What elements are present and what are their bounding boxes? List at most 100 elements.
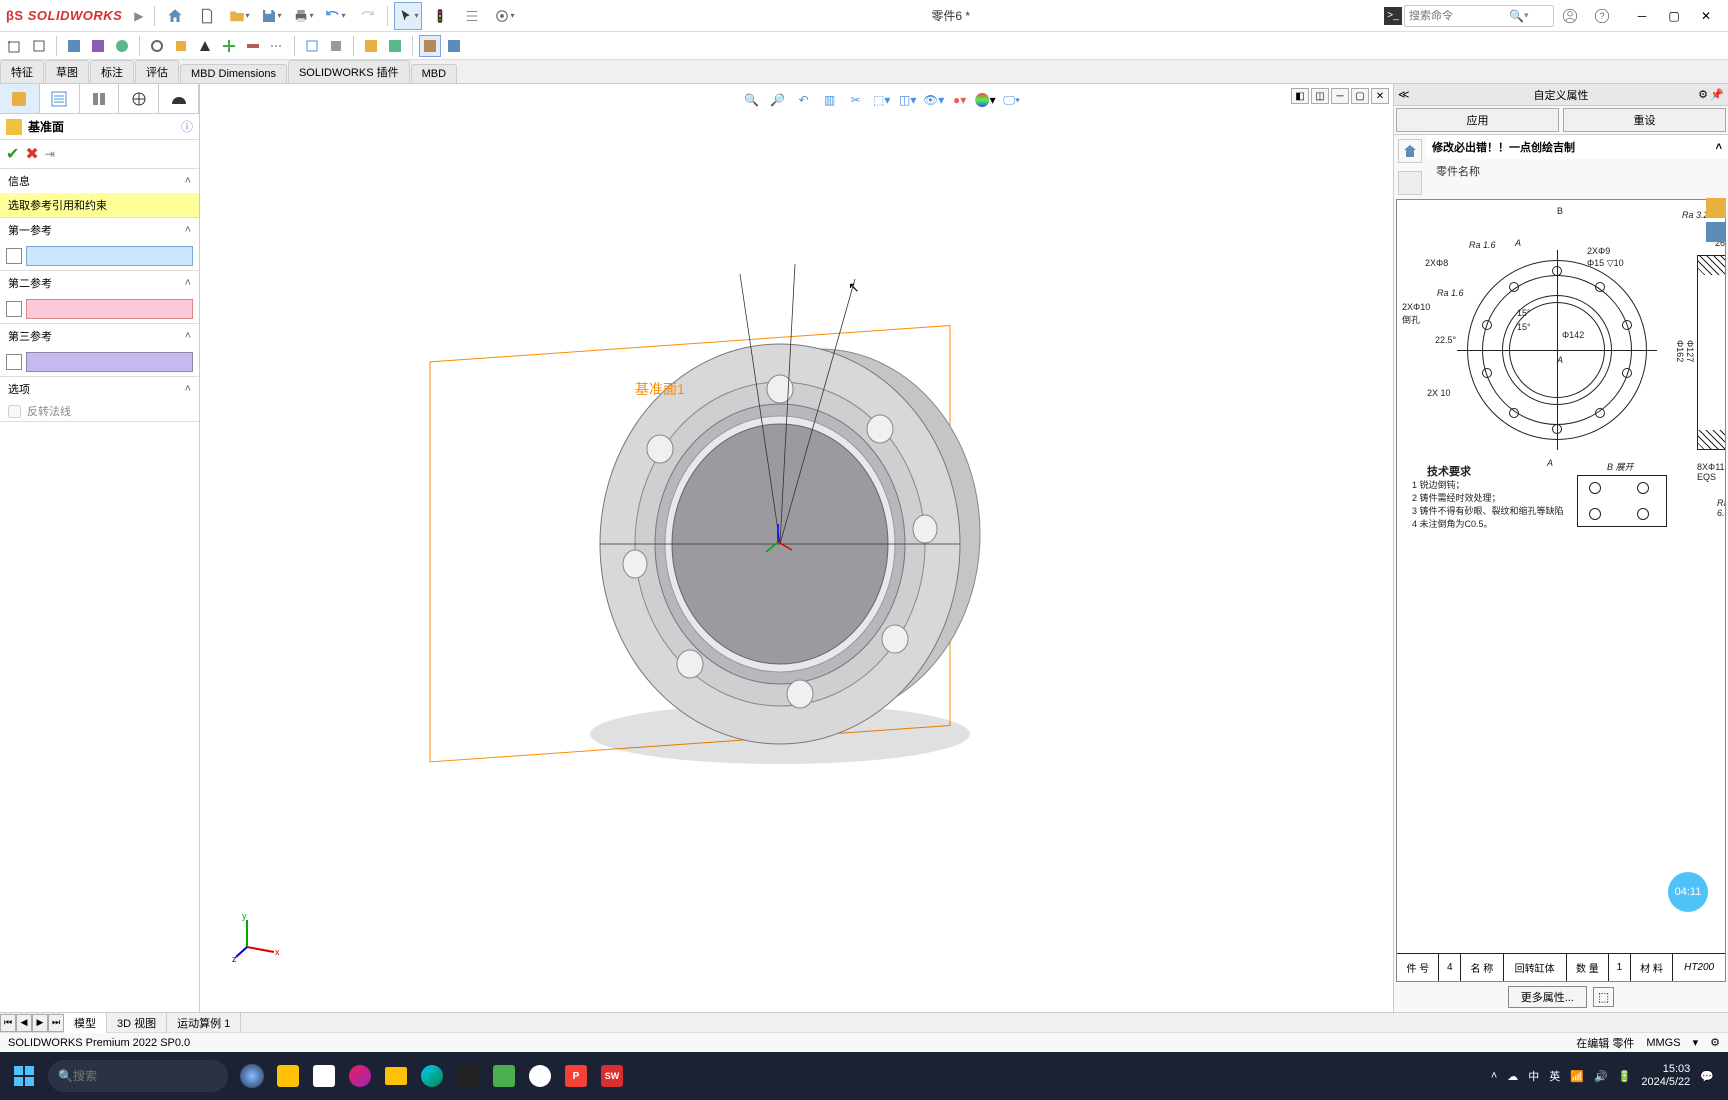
strip-tab-1[interactable] bbox=[1706, 198, 1726, 218]
ref3-section-header[interactable]: 第三参考˄ bbox=[0, 324, 199, 348]
taskpane-gear-icon[interactable]: ⚙ bbox=[1698, 88, 1708, 101]
task-app-2[interactable] bbox=[270, 1058, 306, 1094]
zoom-area-icon[interactable]: 🔎 bbox=[766, 88, 790, 112]
vp-close[interactable]: ✕ bbox=[1371, 88, 1389, 104]
minimize-button[interactable]: ─ bbox=[1626, 2, 1658, 30]
taskpane-pin-icon[interactable]: 📌 bbox=[1710, 88, 1724, 101]
status-icon-1[interactable]: ▾ bbox=[1693, 1036, 1699, 1049]
vp-minimize[interactable]: ─ bbox=[1331, 88, 1349, 104]
tool-btn-16[interactable] bbox=[419, 35, 441, 57]
reset-button[interactable]: 重设 bbox=[1563, 108, 1726, 132]
select-icon[interactable]: ▾ bbox=[394, 2, 422, 30]
status-units[interactable]: MMGS bbox=[1646, 1037, 1680, 1049]
search-dropdown-icon[interactable]: ▾ bbox=[1524, 10, 1529, 21]
feature-tree-tab[interactable] bbox=[0, 84, 40, 113]
taskpane-home-icon[interactable] bbox=[1398, 139, 1422, 163]
tab-nav-prev[interactable]: ◀ bbox=[16, 1014, 32, 1032]
vp-restore[interactable]: ▢ bbox=[1351, 88, 1369, 104]
tool-btn-1[interactable] bbox=[4, 35, 26, 57]
vp-btn-1[interactable]: ◧ bbox=[1291, 88, 1309, 104]
tool-btn-6[interactable] bbox=[146, 35, 168, 57]
tool-btn-5[interactable] bbox=[111, 35, 133, 57]
settings-gear-icon[interactable]: ▾ bbox=[490, 2, 518, 30]
ref2-section-header[interactable]: 第二参考˄ bbox=[0, 271, 199, 295]
graphics-viewport[interactable]: 🔍 🔎 ↶ ▥ ✂ ⬚▾ ◫▾ 👁▾ ●▾ ▾ 🖵▾ ◧ ◫ ─ ▢ ✕ bbox=[200, 84, 1393, 1012]
view-settings-icon[interactable]: 🖵▾ bbox=[1000, 88, 1024, 112]
apply-button[interactable]: 应用 bbox=[1396, 108, 1559, 132]
appearance-icon[interactable]: ●▾ bbox=[948, 88, 972, 112]
task-app-3[interactable] bbox=[306, 1058, 342, 1094]
undo-icon[interactable]: ▾ bbox=[321, 2, 349, 30]
task-app-8[interactable]: P bbox=[558, 1058, 594, 1094]
orientation-triad[interactable]: y x z bbox=[232, 912, 282, 962]
tool-btn-13[interactable] bbox=[325, 35, 347, 57]
taskpane-collapse-icon[interactable]: ≪ bbox=[1398, 88, 1410, 101]
new-icon[interactable] bbox=[193, 2, 221, 30]
tab-nav-next[interactable]: ▶ bbox=[32, 1014, 48, 1032]
hide-show-icon[interactable]: 👁▾ bbox=[922, 88, 946, 112]
prev-view-icon[interactable]: ↶ bbox=[792, 88, 816, 112]
task-app-6[interactable] bbox=[486, 1058, 522, 1094]
command-search[interactable]: 🔍 ▾ bbox=[1404, 5, 1554, 27]
tab-evaluate[interactable]: 评估 bbox=[135, 60, 179, 83]
dimxpert-tab[interactable] bbox=[119, 84, 159, 113]
tool-btn-3[interactable] bbox=[63, 35, 85, 57]
pm-help-icon[interactable]: ⓘ bbox=[181, 118, 193, 135]
task-app-1[interactable] bbox=[234, 1058, 270, 1094]
tab-mbd[interactable]: MBD bbox=[411, 64, 457, 83]
ref3-entity-icon[interactable] bbox=[6, 354, 22, 370]
info-section-header[interactable]: 信息˄ bbox=[0, 169, 199, 193]
open-icon[interactable]: ▾ bbox=[225, 2, 253, 30]
tool-btn-4[interactable] bbox=[87, 35, 109, 57]
home-icon[interactable] bbox=[161, 2, 189, 30]
task-explorer[interactable] bbox=[378, 1058, 414, 1094]
section-view-icon[interactable]: ▥ bbox=[818, 88, 842, 112]
tray-chevron-icon[interactable]: ˄ bbox=[1491, 1070, 1497, 1082]
close-button[interactable]: ✕ bbox=[1690, 2, 1722, 30]
tool-btn-7[interactable] bbox=[170, 35, 192, 57]
config-tab[interactable] bbox=[80, 84, 120, 113]
section-collapse-icon[interactable]: ˄ bbox=[1716, 141, 1722, 153]
tab-nav-last[interactable]: ⏭ bbox=[48, 1014, 64, 1032]
zoom-fit-icon[interactable]: 🔍 bbox=[740, 88, 764, 112]
taskbar-search-input[interactable] bbox=[73, 1069, 193, 1083]
traffic-light-icon[interactable] bbox=[426, 2, 454, 30]
help-icon[interactable]: ? bbox=[1588, 2, 1616, 30]
taskpane-tab2-icon[interactable] bbox=[1398, 171, 1422, 195]
tool-btn-15[interactable] bbox=[384, 35, 406, 57]
tray-ime-1[interactable]: 中 bbox=[1528, 1068, 1539, 1084]
tool-btn-10[interactable] bbox=[242, 35, 264, 57]
app-menu-arrow[interactable]: ▶ bbox=[134, 9, 143, 23]
cancel-button[interactable]: ✖ bbox=[25, 144, 38, 164]
task-app-5[interactable] bbox=[450, 1058, 486, 1094]
options-list-icon[interactable] bbox=[458, 2, 486, 30]
scene-icon[interactable]: ▾ bbox=[974, 88, 998, 112]
ok-button[interactable]: ✔ bbox=[6, 144, 19, 164]
taskbar-search[interactable]: 🔍 bbox=[48, 1060, 228, 1092]
tray-onedrive-icon[interactable]: ☁ bbox=[1507, 1070, 1518, 1083]
bottom-tab-model[interactable]: 模型 bbox=[64, 1013, 107, 1033]
tab-sketch[interactable]: 草图 bbox=[45, 60, 89, 83]
display-style-icon[interactable]: ◫▾ bbox=[896, 88, 920, 112]
tab-features[interactable]: 特征 bbox=[0, 60, 44, 83]
ref1-section-header[interactable]: 第一参考˄ bbox=[0, 218, 199, 242]
tray-ime-2[interactable]: 英 bbox=[1549, 1068, 1560, 1084]
more-props-icon[interactable]: ⬚ bbox=[1593, 987, 1614, 1007]
tray-clock[interactable]: 15:03 2024/5/22 bbox=[1641, 1063, 1690, 1089]
view-orient-icon[interactable]: ⬚▾ bbox=[870, 88, 894, 112]
ref2-entity-icon[interactable] bbox=[6, 301, 22, 317]
status-icon-2[interactable]: ⚙ bbox=[1710, 1036, 1720, 1049]
strip-tab-2[interactable] bbox=[1706, 222, 1726, 242]
search-icon[interactable]: 🔍 bbox=[1509, 9, 1524, 23]
ref3-field[interactable] bbox=[26, 352, 193, 372]
tab-mbd-dim[interactable]: MBD Dimensions bbox=[180, 64, 287, 83]
vp-btn-2[interactable]: ◫ bbox=[1311, 88, 1329, 104]
bottom-tab-motion[interactable]: 运动算例 1 bbox=[167, 1013, 241, 1033]
tool-btn-2[interactable] bbox=[28, 35, 50, 57]
tab-annotate[interactable]: 标注 bbox=[90, 60, 134, 83]
options-section-header[interactable]: 选项˄ bbox=[0, 377, 199, 401]
reverse-normal-checkbox[interactable] bbox=[8, 405, 21, 418]
pushpin-icon[interactable]: ⇥ bbox=[45, 147, 55, 161]
tool-btn-9[interactable] bbox=[218, 35, 240, 57]
property-tab[interactable] bbox=[40, 84, 80, 113]
